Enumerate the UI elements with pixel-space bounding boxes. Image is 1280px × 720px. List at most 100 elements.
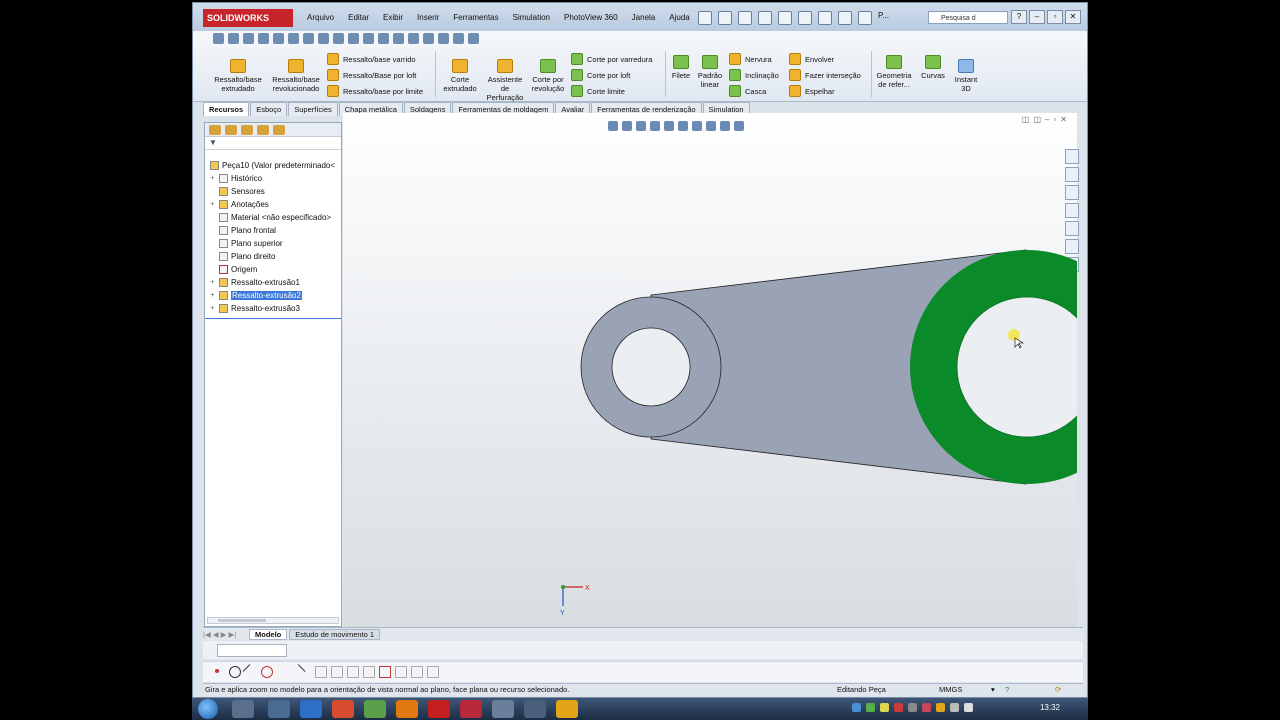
point-icon[interactable] — [215, 669, 219, 673]
horizontal-scrollbar[interactable] — [207, 617, 339, 624]
lofted-cut-button[interactable]: Corte por loft — [571, 69, 630, 81]
menu-ajuda[interactable]: Ajuda — [669, 13, 689, 22]
property-manager-icon[interactable] — [225, 125, 237, 135]
network-icon[interactable] — [950, 703, 959, 712]
grid-icon[interactable] — [411, 666, 423, 678]
menu-editar[interactable]: Editar — [348, 13, 369, 22]
new-document-icon[interactable] — [698, 11, 712, 25]
convert-icon[interactable] — [347, 666, 359, 678]
window-app-icon[interactable] — [268, 700, 290, 718]
tree-root-part[interactable]: Peça10 (Valor predeterminado< — [207, 161, 335, 170]
display-manager-icon[interactable] — [273, 125, 285, 135]
ie-browser-icon[interactable] — [300, 700, 322, 718]
menu-janela[interactable]: Janela — [632, 13, 656, 22]
model-view[interactable]: X Y — [343, 113, 1077, 627]
line-icon[interactable] — [242, 664, 258, 679]
intersect-button[interactable]: Fazer interseção — [789, 69, 861, 81]
help-icon[interactable]: ? — [1005, 685, 1009, 694]
tree-item-plano-direito[interactable]: Plano direito — [209, 252, 275, 261]
reference-geometry-button[interactable]: Geometria de refer... — [873, 55, 915, 89]
tray-icon[interactable] — [936, 703, 945, 712]
explorer-app-icon[interactable] — [232, 700, 254, 718]
polygon-icon[interactable] — [261, 666, 273, 678]
office-app-icon[interactable] — [396, 700, 418, 718]
tree-item-ressalto-extrusao1[interactable]: + Ressalto-extrusão1 — [209, 278, 300, 287]
study-type-dropdown[interactable] — [217, 644, 287, 657]
revolved-cut-button[interactable]: Corte por revolução — [527, 59, 569, 93]
extruded-boss-button[interactable]: Ressalto/base extrudado — [211, 59, 265, 93]
swept-boss-button[interactable]: Ressalto/base varrido — [327, 53, 416, 65]
mirror-button[interactable]: Espelhar — [789, 85, 835, 97]
chrome-browser-icon[interactable] — [332, 700, 354, 718]
rollback-bar[interactable] — [205, 318, 341, 319]
color-icon[interactable] — [468, 33, 479, 44]
hole-icon[interactable] — [333, 33, 344, 44]
help-icon[interactable]: ? — [1011, 10, 1027, 24]
check-box-icon[interactable] — [363, 33, 374, 44]
expand-icon[interactable]: + — [209, 201, 216, 208]
search-input[interactable]: Pesquisa d — [928, 11, 1008, 24]
copy-icon[interactable] — [438, 33, 449, 44]
menu-exibir[interactable]: Exibir — [383, 13, 403, 22]
media-app-icon[interactable] — [556, 700, 578, 718]
boundary-boss-button[interactable]: Ressalto/base por limite — [327, 85, 423, 97]
tree-item-sensores[interactable]: Sensores — [209, 187, 265, 196]
tab-estudo-movimento[interactable]: Estudo de movimento 1 — [289, 628, 381, 640]
menu-ferramentas[interactable]: Ferramentas — [453, 13, 498, 22]
wrap-button[interactable]: Envolver — [789, 53, 834, 65]
app-icon[interactable] — [524, 700, 546, 718]
gear-icon[interactable] — [228, 33, 239, 44]
graphics-area[interactable]: ◫ ◫ – ▫ ✕ X Y — [343, 113, 1079, 627]
sketch-icon[interactable] — [258, 33, 269, 44]
tree-item-anotacoes[interactable]: + Anotações — [209, 200, 269, 209]
expand-icon[interactable]: + — [209, 305, 216, 312]
tree-item-ressalto-extrusao2[interactable]: + Ressalto-extrusão2 — [209, 291, 302, 300]
units-selector[interactable]: MMGS — [939, 685, 962, 694]
pdf-reader-icon[interactable] — [428, 700, 450, 718]
circle-icon[interactable] — [229, 666, 241, 678]
curves-button[interactable]: Curvas — [917, 55, 949, 80]
tray-icon[interactable] — [922, 703, 931, 712]
restore-button[interactable]: ▫ — [1047, 10, 1063, 24]
offset-icon[interactable] — [315, 666, 327, 678]
tray-icon[interactable] — [880, 703, 889, 712]
rebuild-status-icon[interactable]: ⟳ — [1055, 685, 1061, 694]
expand-icon[interactable]: + — [209, 279, 216, 286]
tray-icon[interactable] — [894, 703, 903, 712]
configuration-manager-icon[interactable] — [241, 125, 253, 135]
camera-icon[interactable] — [213, 33, 224, 44]
tree-item-plano-superior[interactable]: Plano superior — [209, 239, 283, 248]
table-icon[interactable] — [288, 33, 299, 44]
tray-icon[interactable] — [852, 703, 861, 712]
move-icon[interactable] — [423, 33, 434, 44]
mirror-icon[interactable] — [303, 33, 314, 44]
undo-icon[interactable] — [778, 11, 792, 25]
menu-simulation[interactable]: Simulation — [513, 13, 550, 22]
filter-icon[interactable]: ▼ — [205, 137, 341, 150]
expand-icon[interactable]: + — [209, 292, 216, 299]
options-icon[interactable] — [858, 11, 872, 25]
measure-icon[interactable] — [273, 33, 284, 44]
dimxpert-icon[interactable] — [257, 125, 269, 135]
app-icon[interactable] — [492, 700, 514, 718]
menu-photoview[interactable]: PhotoView 360 — [564, 13, 618, 22]
start-button[interactable] — [198, 699, 218, 719]
trim-icon[interactable] — [277, 666, 287, 676]
save-icon[interactable] — [738, 11, 752, 25]
app-icon[interactable] — [364, 700, 386, 718]
extend-icon[interactable] — [290, 664, 306, 679]
draft-button[interactable]: Inclinação — [729, 69, 779, 81]
boundary-cut-button[interactable]: Corte limite — [571, 85, 625, 97]
lofted-boss-button[interactable]: Ressalto/Base por loft — [327, 69, 416, 81]
relation-icon[interactable] — [427, 666, 439, 678]
rebuild-icon[interactable] — [818, 11, 832, 25]
scroll-thumb[interactable] — [218, 619, 266, 622]
hole-wizard-button[interactable]: Assistente de Perfuração — [483, 59, 527, 102]
tab-nav-arrows[interactable]: |◀ ◀ ▶ ▶| — [203, 630, 249, 639]
arrow-icon[interactable] — [408, 33, 419, 44]
tray-icon[interactable] — [908, 703, 917, 712]
close-button[interactable]: ✕ — [1065, 10, 1081, 24]
corner-icon[interactable] — [363, 666, 375, 678]
check-icon[interactable] — [348, 33, 359, 44]
expand-icon[interactable]: + — [209, 175, 216, 182]
